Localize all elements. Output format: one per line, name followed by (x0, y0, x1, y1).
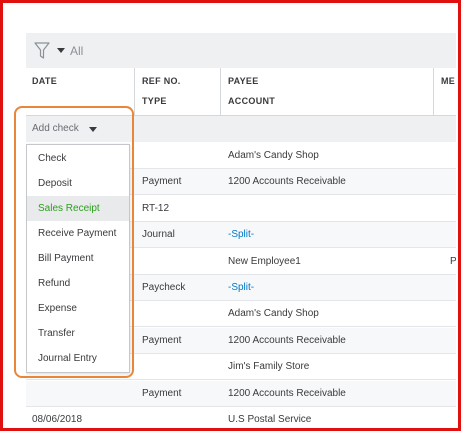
menu-item-bill-payment[interactable]: Bill Payment (27, 246, 129, 271)
table-cell: 08/06/2018 (32, 414, 83, 425)
column-divider (134, 68, 135, 115)
table-cell: Payment (142, 334, 182, 346)
funnel-icon[interactable] (34, 42, 50, 60)
header-account[interactable]: ACCOUNT (228, 96, 275, 106)
table-cell: Payment (142, 387, 182, 399)
header-date[interactable]: DATE (32, 76, 57, 86)
menu-item-sales-receipt[interactable]: Sales Receipt (27, 196, 129, 221)
table-cell: Adam's Candy Shop (228, 308, 319, 320)
table-cell: 1200 Accounts Receivable (228, 176, 346, 188)
column-divider (220, 68, 221, 115)
filter-bar: All (26, 33, 456, 68)
menu-item-deposit[interactable]: Deposit (27, 171, 129, 196)
menu-item-receive-payment[interactable]: Receive Payment (27, 221, 129, 246)
table-cell: 1200 Accounts Receivable (228, 334, 346, 346)
table-cell: Jim's Family Store (228, 361, 310, 373)
caret-down-icon[interactable] (57, 48, 65, 53)
table-cell: Adam's Candy Shop (228, 150, 319, 161)
header-memo[interactable]: ME (441, 76, 455, 86)
table-cell: P (450, 255, 456, 267)
table-cell[interactable]: -Split- (228, 282, 254, 293)
table-cell: Paycheck (142, 282, 186, 293)
menu-item-refund[interactable]: Refund (27, 271, 129, 296)
table-cell: Journal (142, 229, 175, 241)
table-cell: New Employee1 (228, 255, 301, 267)
table-cell: Payment (142, 176, 182, 188)
table-cell: RT-12 (142, 202, 170, 214)
register-table: All DATE REF NO. TYPE PAYEE ACCOUNT ME A… (26, 33, 456, 428)
header-payee[interactable]: PAYEE (228, 76, 259, 86)
table-cell[interactable]: -Split- (228, 229, 254, 240)
transaction-type-menu: Check Deposit Sales Receipt Receive Payment… (26, 144, 130, 373)
filter-label[interactable]: All (70, 44, 83, 58)
caret-down-icon[interactable] (89, 127, 97, 132)
header-ref-no[interactable]: REF NO. (142, 76, 181, 86)
column-divider (433, 68, 434, 115)
table-cell: U.S Postal Service (228, 414, 312, 425)
menu-item-journal-entry[interactable]: Journal Entry (27, 346, 129, 371)
menu-item-transfer[interactable]: Transfer (27, 321, 129, 346)
add-check-dropdown[interactable]: Add check (32, 123, 79, 134)
menu-item-check[interactable]: Check (27, 146, 129, 171)
table-row[interactable]: Payment 1200 Accounts Receivable (26, 380, 456, 407)
table-row[interactable]: 08/06/2018 U.S Postal Service (26, 407, 456, 428)
table-cell: 1200 Accounts Receivable (228, 387, 346, 399)
menu-item-expense[interactable]: Expense (27, 296, 129, 321)
header-type[interactable]: TYPE (142, 96, 167, 106)
